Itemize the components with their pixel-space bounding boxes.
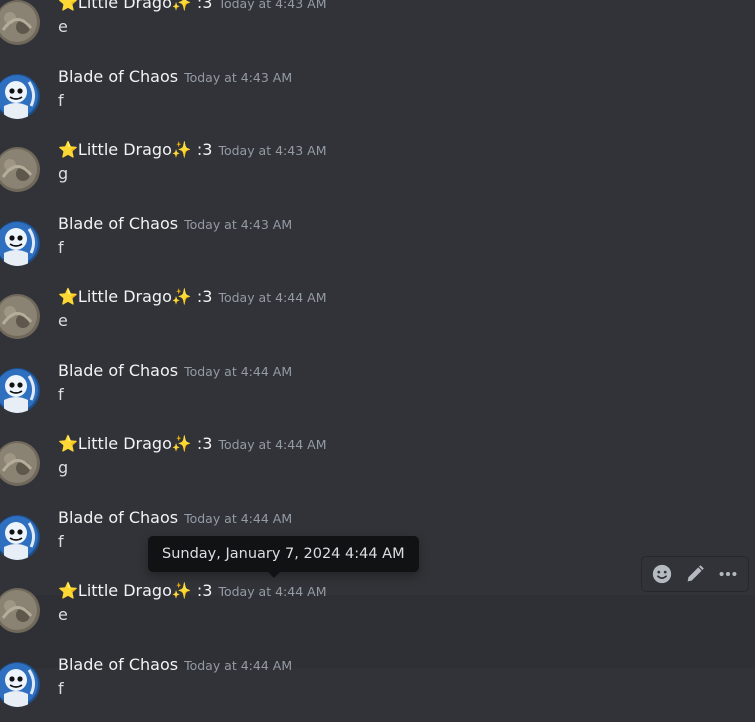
message-header: ⭐Little Drago✨ :3 Today at 4:43 AM (58, 0, 326, 14)
username[interactable]: Blade of Chaos (58, 361, 178, 380)
message-text: e (58, 311, 68, 330)
username[interactable]: Blade of Chaos (58, 67, 178, 86)
add-reaction-icon (653, 564, 672, 584)
username[interactable]: ⭐Little Drago✨ :3 (58, 581, 212, 600)
edit-pencil-icon (687, 565, 704, 582)
message-header: Blade of Chaos Today at 4:44 AM (58, 361, 292, 382)
timestamp[interactable]: Today at 4:43 AM (218, 143, 326, 158)
timestamp[interactable]: Today at 4:44 AM (218, 584, 326, 599)
dragon-avatar-icon[interactable] (0, 294, 40, 339)
message-header: ⭐Little Drago✨ :3 Today at 4:44 AM (58, 581, 326, 602)
message-text: f (58, 385, 64, 404)
dragon-avatar-icon[interactable] (0, 441, 40, 486)
blade-avatar-icon[interactable] (0, 221, 40, 266)
more-options-icon (719, 571, 737, 577)
message-text: g (58, 458, 69, 477)
edit-message-button[interactable] (681, 560, 709, 588)
dragon-avatar-icon[interactable] (0, 147, 40, 192)
message-text: f (58, 679, 64, 698)
username[interactable]: ⭐Little Drago✨ :3 (58, 0, 212, 12)
message-item[interactable]: Blade of Chaos Today at 4:44 AM f (0, 655, 755, 722)
message-text: e (58, 17, 68, 36)
message-header: Blade of Chaos Today at 4:43 AM (58, 67, 292, 88)
username[interactable]: Blade of Chaos (58, 508, 178, 527)
timestamp[interactable]: Today at 4:44 AM (184, 511, 292, 526)
message-text: f (58, 238, 64, 257)
username[interactable]: ⭐Little Drago✨ :3 (58, 140, 212, 159)
message-actions-toolbar (641, 556, 749, 592)
message-text: f (58, 91, 64, 110)
more-options-button[interactable] (714, 560, 742, 588)
timestamp-tooltip: Sunday, January 7, 2024 4:44 AM (148, 536, 419, 572)
timestamp[interactable]: Today at 4:44 AM (218, 437, 326, 452)
blade-avatar-icon[interactable] (0, 662, 40, 707)
message-text: e (58, 605, 68, 624)
username[interactable]: ⭐Little Drago✨ :3 (58, 434, 212, 453)
chat-message-list[interactable]: ⭐Little Drago✨ :3 Today at 4:43 AM e Blad… (0, 0, 755, 722)
blade-avatar-icon[interactable] (0, 74, 40, 119)
timestamp[interactable]: Today at 4:43 AM (184, 217, 292, 232)
tooltip-arrow (268, 572, 280, 578)
message-header: ⭐Little Drago✨ :3 Today at 4:43 AM (58, 140, 326, 161)
message-text: g (58, 164, 69, 183)
timestamp[interactable]: Today at 4:44 AM (218, 290, 326, 305)
dragon-avatar-icon[interactable] (0, 0, 40, 45)
username[interactable]: Blade of Chaos (58, 655, 178, 674)
timestamp[interactable]: Today at 4:43 AM (218, 0, 326, 11)
message-header: Blade of Chaos Today at 4:44 AM (58, 655, 292, 676)
add-reaction-button[interactable] (648, 560, 676, 588)
username[interactable]: Blade of Chaos (58, 214, 178, 233)
message-header: ⭐Little Drago✨ :3 Today at 4:44 AM (58, 434, 326, 455)
message-header: Blade of Chaos Today at 4:43 AM (58, 214, 292, 235)
dragon-avatar-icon[interactable] (0, 588, 40, 633)
timestamp[interactable]: Today at 4:44 AM (184, 364, 292, 379)
blade-avatar-icon[interactable] (0, 368, 40, 413)
message-text: f (58, 532, 64, 551)
blade-avatar-icon[interactable] (0, 515, 40, 560)
timestamp[interactable]: Today at 4:43 AM (184, 70, 292, 85)
username[interactable]: ⭐Little Drago✨ :3 (58, 287, 212, 306)
message-header: Blade of Chaos Today at 4:44 AM (58, 508, 292, 529)
timestamp[interactable]: Today at 4:44 AM (184, 658, 292, 673)
message-header: ⭐Little Drago✨ :3 Today at 4:44 AM (58, 287, 326, 308)
